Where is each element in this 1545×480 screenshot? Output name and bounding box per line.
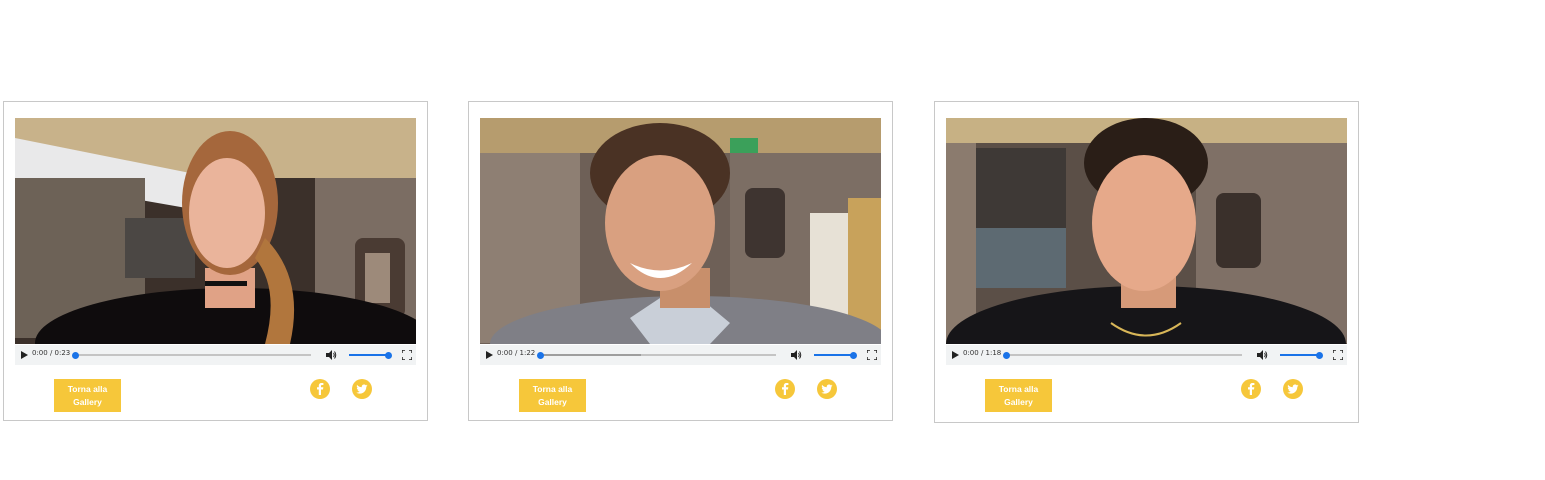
video-frame-man-talking — [946, 118, 1347, 344]
back-to-gallery-button[interactable]: Torna alla Gallery — [985, 379, 1052, 412]
facebook-share-button[interactable] — [310, 379, 330, 399]
video-card: 0:00 / 1:18 Torna alla Gallery — [934, 101, 1359, 423]
fullscreen-icon[interactable] — [402, 350, 412, 360]
volume-handle[interactable] — [850, 351, 857, 359]
seek-bar[interactable] — [1003, 351, 1242, 359]
volume-slider[interactable] — [814, 351, 857, 359]
facebook-share-button[interactable] — [775, 379, 795, 399]
twitter-share-button[interactable] — [817, 379, 837, 399]
time-display: 0:00 / 1:22 — [497, 349, 536, 357]
video-controls: 0:00 / 1:18 — [946, 345, 1347, 365]
twitter-icon — [356, 384, 368, 394]
video-player[interactable] — [480, 118, 881, 344]
video-card: 0:00 / 0:23 Torna alla Gallery — [3, 101, 428, 421]
video-controls: 0:00 / 0:23 — [15, 345, 416, 365]
time-display: 0:00 / 1:18 — [963, 349, 1002, 357]
video-player[interactable] — [946, 118, 1347, 344]
seek-bar[interactable] — [72, 351, 311, 359]
fullscreen-icon[interactable] — [1333, 350, 1343, 360]
video-controls: 0:00 / 1:22 — [480, 345, 881, 365]
seek-handle[interactable] — [72, 351, 79, 359]
volume-handle[interactable] — [1316, 351, 1323, 359]
play-icon[interactable] — [952, 351, 959, 359]
video-player[interactable] — [15, 118, 416, 344]
twitter-icon — [821, 384, 833, 394]
video-frame-man-smiling — [480, 118, 881, 344]
facebook-icon — [1248, 383, 1255, 395]
volume-slider[interactable] — [1280, 351, 1323, 359]
volume-icon[interactable] — [325, 349, 337, 361]
video-card: 0:00 / 1:22 Torna alla Gallery — [468, 101, 893, 421]
seek-bar[interactable] — [537, 351, 776, 359]
seek-handle[interactable] — [1003, 351, 1010, 359]
volume-handle[interactable] — [385, 351, 392, 359]
fullscreen-icon[interactable] — [867, 350, 877, 360]
volume-icon[interactable] — [790, 349, 802, 361]
back-to-gallery-button[interactable]: Torna alla Gallery — [54, 379, 121, 412]
facebook-share-button[interactable] — [1241, 379, 1261, 399]
video-frame-woman — [15, 118, 416, 344]
buffered-bar — [540, 354, 642, 356]
twitter-icon — [1287, 384, 1299, 394]
facebook-icon — [317, 383, 324, 395]
volume-slider[interactable] — [349, 351, 392, 359]
time-display: 0:00 / 0:23 — [32, 349, 71, 357]
seek-handle[interactable] — [537, 351, 544, 359]
volume-icon[interactable] — [1256, 349, 1268, 361]
play-icon[interactable] — [486, 351, 493, 359]
twitter-share-button[interactable] — [352, 379, 372, 399]
play-icon[interactable] — [21, 351, 28, 359]
back-to-gallery-button[interactable]: Torna alla Gallery — [519, 379, 586, 412]
facebook-icon — [782, 383, 789, 395]
twitter-share-button[interactable] — [1283, 379, 1303, 399]
